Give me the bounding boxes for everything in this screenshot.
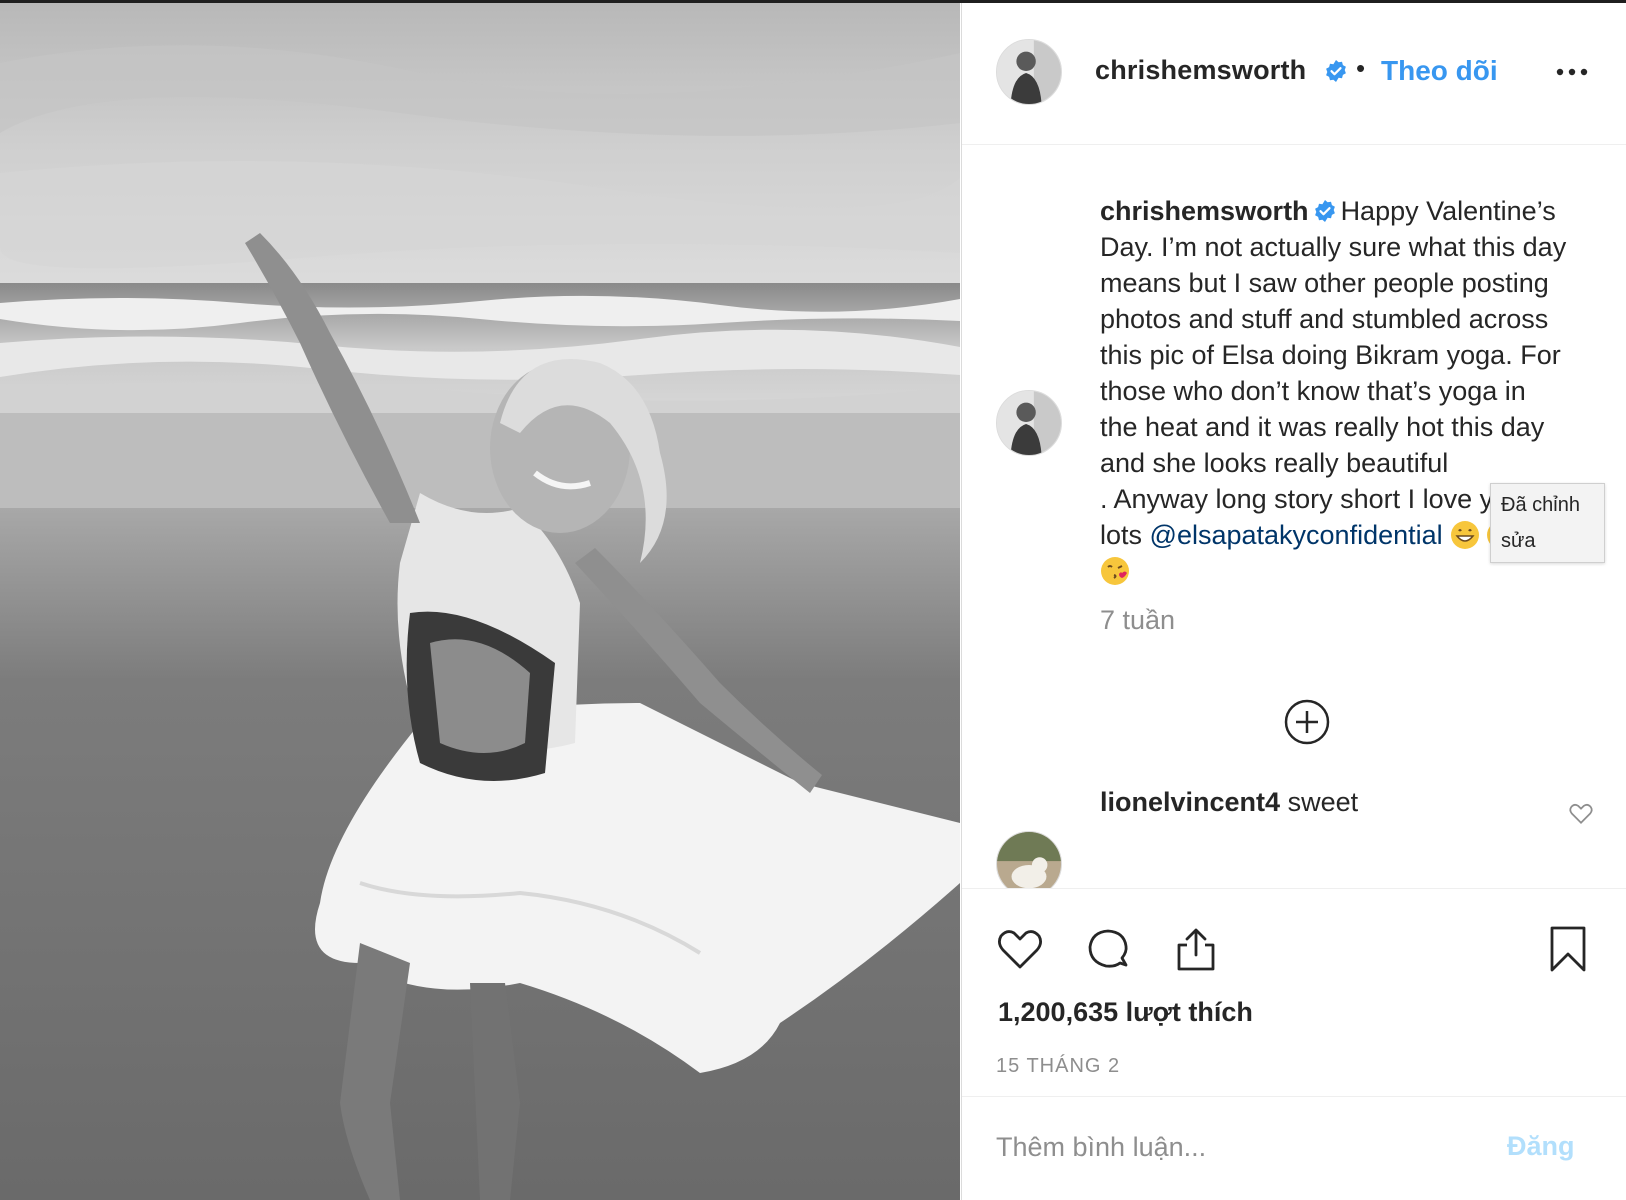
kiss-emoji-icon [1101, 557, 1129, 585]
mention-link[interactable]: @elsapatakyconfidential [1150, 520, 1443, 550]
caption-username[interactable]: chrishemsworth [1100, 196, 1309, 226]
commenter-avatar[interactable] [996, 831, 1062, 888]
share-icon[interactable] [1172, 925, 1220, 973]
caption-line: this pic of Elsa doing Bikram yoga. For [1100, 340, 1561, 370]
beach-photo [0, 3, 960, 1200]
author-avatar[interactable] [996, 39, 1062, 105]
caption-line: Day. I’m not actually sure what this day [1100, 232, 1567, 262]
comment-body: sweet [1287, 787, 1359, 817]
caption-line: and she looks really beautiful [1100, 448, 1449, 478]
caption-line: means but I saw other people posting [1100, 268, 1549, 298]
commenter-username[interactable]: lionelvincent4 [1100, 787, 1280, 817]
caption-author-avatar[interactable] [996, 390, 1062, 456]
post-date[interactable]: 15 THÁNG 2 [996, 1055, 1120, 1078]
likes-count[interactable]: 1,200,635 lượt thích [998, 997, 1253, 1028]
post-actions: 1,200,635 lượt thích 15 THÁNG 2 [962, 888, 1626, 1096]
caption-line: . Anyway long story short I love you [1100, 484, 1524, 514]
comments-scroll-area[interactable]: chrishemsworth Happy Valentine’s Day. I’m… [962, 145, 1626, 888]
post-comment-button[interactable]: Đăng [1507, 1131, 1575, 1162]
caption-line: lots [1100, 520, 1143, 550]
edited-tooltip: Đã chỉnh sửa [1490, 483, 1605, 563]
comment-text: lionelvincent4 sweet [1100, 787, 1358, 818]
post-caption: chrishemsworth Happy Valentine’s Day. I’m… [1100, 193, 1605, 589]
post-side-panel: chrishemsworth • Theo dõi chrishemsworth… [961, 3, 1626, 1200]
follow-button[interactable]: Theo dõi [1381, 55, 1498, 87]
caption-line: the heat and it was really hot this day [1100, 412, 1545, 442]
verified-badge-icon [1314, 200, 1335, 222]
comment-input[interactable] [996, 1125, 1476, 1169]
load-more-comments-icon[interactable] [1283, 698, 1331, 746]
caption-time-ago[interactable]: 7 tuần [1100, 605, 1175, 636]
caption-line: photos and stuff and stumbled across [1100, 304, 1549, 334]
more-options-icon[interactable] [1552, 59, 1592, 85]
author-username[interactable]: chrishemsworth [1095, 55, 1306, 86]
grin-emoji-icon [1451, 521, 1480, 549]
save-bookmark-icon[interactable] [1544, 925, 1592, 973]
comment-bubble-icon[interactable] [1084, 925, 1132, 973]
like-heart-icon[interactable] [996, 925, 1044, 973]
add-comment-bar: Đăng [962, 1096, 1626, 1200]
verified-badge-icon [1326, 60, 1346, 82]
like-comment-heart-icon[interactable] [1568, 800, 1594, 826]
caption-line: Happy Valentine’s [1340, 196, 1556, 226]
separator-dot: • [1356, 53, 1366, 83]
caption-line: those who don’t know that’s yoga in [1100, 376, 1526, 406]
post-header: chrishemsworth • Theo dõi [962, 3, 1626, 145]
post-photo[interactable] [0, 3, 960, 1200]
